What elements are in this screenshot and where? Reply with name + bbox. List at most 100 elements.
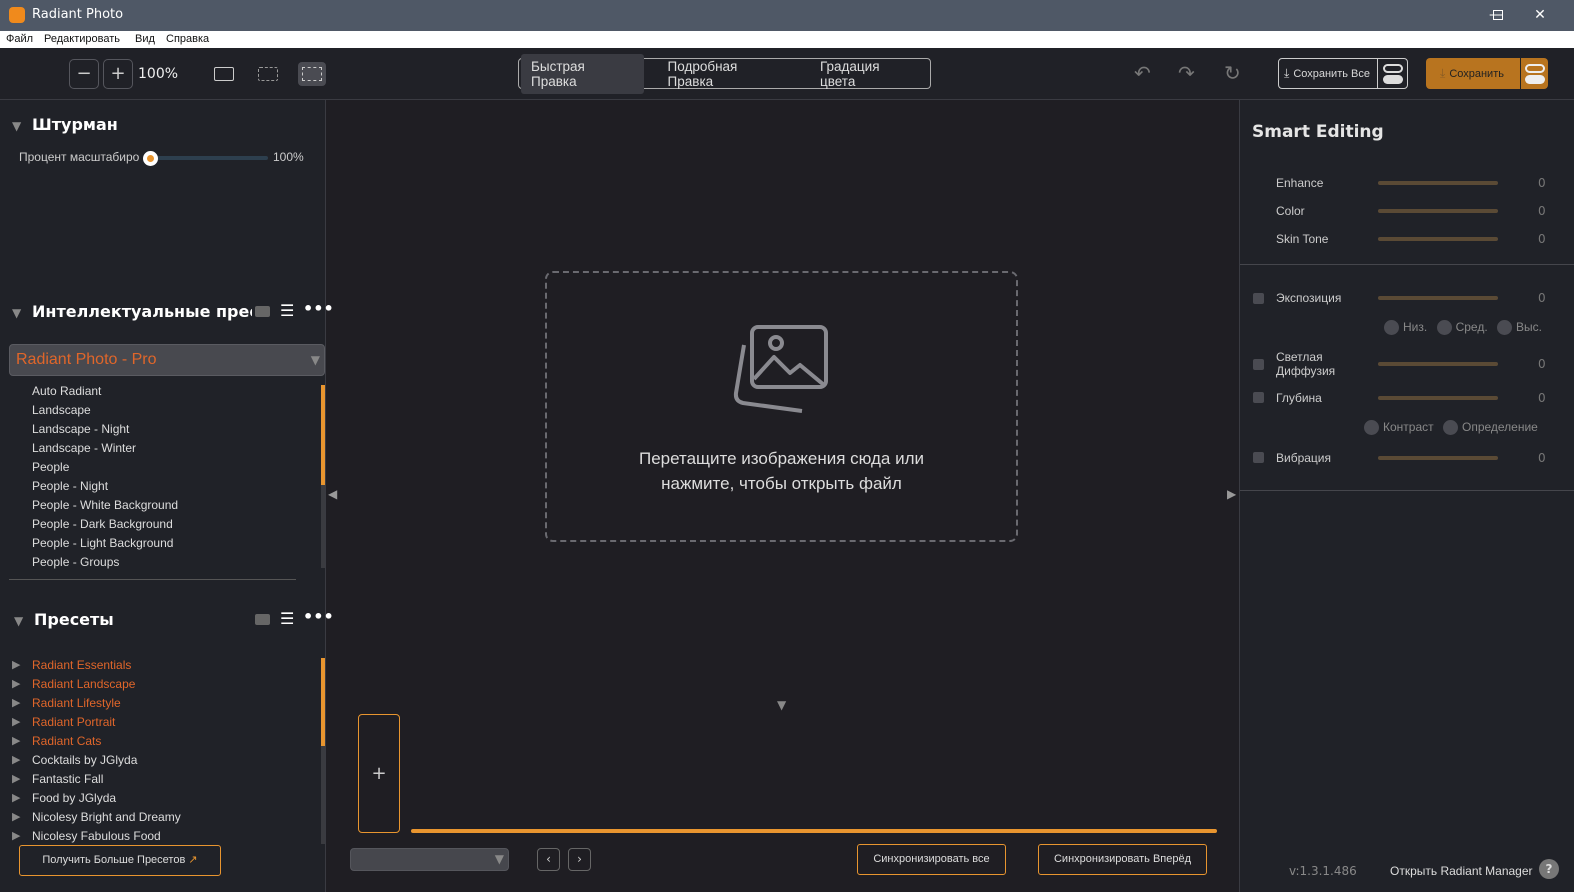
radio-contrast[interactable] [1364, 420, 1379, 436]
radio-mid[interactable] [1436, 320, 1452, 336]
preset-group-label[interactable]: Nicolesy Fabulous Food [32, 829, 161, 843]
preset-group-label[interactable]: Cocktails by JGlyda [32, 753, 137, 767]
radio-low[interactable] [1384, 320, 1399, 336]
diffusion-checkbox[interactable] [1253, 359, 1264, 370]
presets-scrollbar[interactable] [321, 658, 325, 844]
get-more-presets-button[interactable]: Получить Больше Пресетов ↗ [19, 845, 221, 876]
smart-preset-item[interactable]: People - Light Background [32, 536, 173, 550]
smart-preset-item[interactable]: People - Groups [32, 555, 119, 569]
zoom-percent-slider[interactable] [150, 156, 268, 160]
expand-icon[interactable]: ▶ [12, 734, 20, 747]
smart-preset-item[interactable]: Landscape [32, 403, 91, 417]
tab-detailed-edit[interactable]: Подробная Правка [658, 54, 796, 94]
list-view-icon[interactable]: ☰ [280, 609, 294, 628]
exposure-slider[interactable] [1378, 296, 1498, 300]
next-button[interactable]: › [568, 848, 591, 871]
split-view-icon[interactable] [258, 67, 278, 81]
menu-help[interactable]: Справка [166, 33, 209, 45]
expand-icon[interactable]: ▶ [12, 696, 20, 709]
toggle-filmstrip-icon[interactable]: ▼ [777, 698, 786, 712]
zoom-out-button[interactable]: − [69, 59, 99, 89]
preset-group-label[interactable]: Nicolesy Bright and Dreamy [32, 810, 181, 824]
sync-all-button[interactable]: Синхронизировать все [857, 844, 1006, 875]
smart-preset-item[interactable]: Landscape - Winter [32, 441, 136, 455]
zoom-in-button[interactable]: + [103, 59, 133, 89]
tab-color-grading[interactable]: Градация цвета [810, 54, 928, 94]
add-image-button[interactable]: + [358, 714, 400, 833]
preset-group-label[interactable]: Food by JGlyda [32, 791, 116, 805]
menu-file[interactable]: Файл [6, 33, 33, 45]
preset-group-label[interactable]: Radiant Essentials [32, 658, 131, 672]
depth-checkbox[interactable] [1253, 392, 1264, 403]
open-radiant-manager-link[interactable]: Открыть Radiant Manager [1390, 864, 1533, 878]
expand-icon[interactable]: ▶ [12, 791, 20, 804]
collapse-left-panel-icon[interactable]: ◀ [328, 487, 337, 501]
more-icon[interactable]: ••• [303, 607, 334, 626]
expand-icon[interactable]: ▶ [12, 658, 20, 671]
drop-zone[interactable]: Перетащите изображения сюда или нажмите,… [545, 271, 1018, 542]
tab-quick-edit[interactable]: Быстрая Правка [521, 53, 644, 94]
vibrance-slider[interactable] [1378, 456, 1498, 460]
preset-pack-dropdown[interactable]: Radiant Photo - Pro ▼ [9, 344, 325, 376]
expand-icon[interactable]: ▶ [12, 753, 20, 766]
smart-slider[interactable] [1378, 181, 1498, 185]
reset-icon[interactable]: ↻ [1224, 61, 1241, 85]
single-view-icon[interactable] [214, 67, 234, 81]
more-icon[interactable]: ••• [303, 299, 334, 318]
smart-slider[interactable] [1378, 237, 1498, 241]
exposure-checkbox[interactable] [1253, 293, 1264, 304]
collapse-right-panel-icon[interactable]: ▶ [1227, 487, 1236, 501]
radio-low-label: Низ. [1403, 320, 1428, 334]
smart-preset-item[interactable]: People - Night [32, 479, 108, 493]
save-all-toggle-icon[interactable] [1377, 59, 1407, 88]
previous-button[interactable]: ‹ [537, 848, 560, 871]
menu-edit[interactable]: Редактировать [44, 33, 120, 45]
slider-handle[interactable] [143, 151, 158, 166]
depth-slider[interactable] [1378, 396, 1498, 400]
grid-view-icon[interactable] [255, 614, 270, 625]
collapse-smart-presets-icon[interactable]: ▼ [12, 306, 21, 320]
diffusion-slider[interactable] [1378, 362, 1498, 366]
divider [1240, 264, 1574, 265]
smart-slider-value: 0 [1538, 232, 1546, 246]
smart-preset-item[interactable]: People [32, 460, 69, 474]
filmstrip-scrollbar[interactable] [411, 829, 1217, 833]
preset-group-label[interactable]: Radiant Cats [32, 734, 101, 748]
filmstrip-sort-dropdown[interactable]: ▼ [350, 848, 509, 871]
save-toggle-icon[interactable] [1520, 58, 1548, 89]
compare-view-icon[interactable] [298, 62, 326, 86]
expand-icon[interactable]: ▶ [12, 810, 20, 823]
maximize-icon[interactable] [1483, 4, 1513, 26]
smart-slider[interactable] [1378, 209, 1498, 213]
preset-group-label[interactable]: Radiant Portrait [32, 715, 115, 729]
list-view-icon[interactable]: ☰ [280, 301, 294, 320]
smart-preset-item[interactable]: Landscape - Night [32, 422, 129, 436]
redo-icon[interactable]: ↷ [1178, 61, 1195, 85]
preset-group-label[interactable]: Fantastic Fall [32, 772, 103, 786]
collapse-navigator-icon[interactable]: ▼ [12, 119, 21, 133]
help-icon[interactable]: ? [1539, 859, 1559, 879]
save-button[interactable]: ⤓ Сохранить [1426, 58, 1548, 89]
radio-high[interactable] [1497, 320, 1512, 336]
vibrance-checkbox[interactable] [1253, 452, 1264, 463]
radio-definition[interactable] [1442, 420, 1458, 436]
expand-icon[interactable]: ▶ [12, 829, 20, 842]
smart-preset-item[interactable]: People - White Background [32, 498, 178, 512]
save-all-button[interactable]: ⤓ Сохранить Все [1278, 58, 1408, 89]
smart-preset-item[interactable]: People - Dark Background [32, 517, 173, 531]
smart-preset-item[interactable]: Auto Radiant [32, 384, 101, 398]
preset-group-label[interactable]: Radiant Lifestyle [32, 696, 121, 710]
expand-icon[interactable]: ▶ [12, 772, 20, 785]
depth-value: 0 [1538, 391, 1546, 405]
collapse-presets-icon[interactable]: ▼ [14, 614, 23, 628]
smart-presets-scrollbar[interactable] [321, 385, 325, 568]
close-button[interactable]: ✕ [1525, 4, 1555, 26]
preset-group-label[interactable]: Radiant Landscape [32, 677, 135, 691]
menu-view[interactable]: Вид [135, 33, 155, 45]
grid-view-icon[interactable] [255, 306, 270, 317]
expand-icon[interactable]: ▶ [12, 677, 20, 690]
sync-forward-button[interactable]: Синхронизировать Вперёд [1038, 844, 1207, 875]
undo-icon[interactable]: ↶ [1134, 61, 1151, 85]
app-logo-icon [9, 7, 25, 23]
expand-icon[interactable]: ▶ [12, 715, 20, 728]
